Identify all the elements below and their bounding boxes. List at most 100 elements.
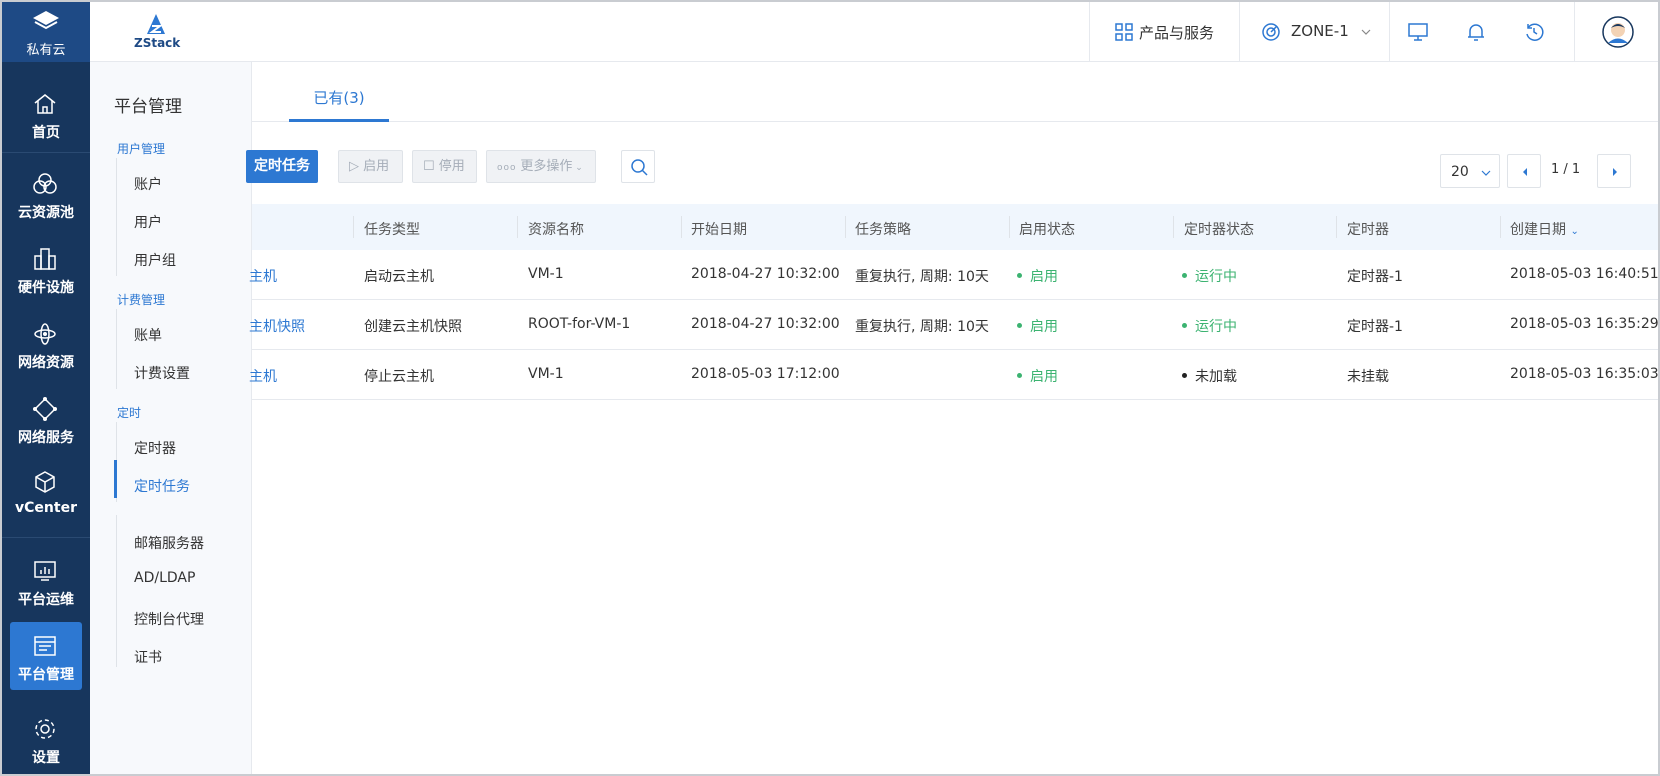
table-row[interactable]: 主机 启动云主机 VM-1 2018-04-27 10:32:00 重复执行, … xyxy=(249,250,1659,300)
cell-enable-state: 启用 xyxy=(1017,266,1058,286)
more-actions-button[interactable]: ooo 更多操作 ⌄ xyxy=(486,150,596,183)
nav-label: 网络服务 xyxy=(18,430,74,446)
history-button[interactable] xyxy=(1505,2,1563,62)
column-header-policy[interactable]: 任务策略 xyxy=(855,219,911,239)
page-size-value: 20 xyxy=(1451,164,1469,180)
submenu-item-scheduled-tasks[interactable]: 定时任务 xyxy=(134,476,190,496)
submenu-item-bills[interactable]: 账单 xyxy=(134,325,162,345)
submenu-item-certificates[interactable]: 证书 xyxy=(134,647,162,667)
nav-item-cloud-pool[interactable]: 云资源池 xyxy=(2,160,90,228)
nav-item-hardware[interactable]: 硬件设施 xyxy=(2,235,90,303)
disable-label: 停用 xyxy=(438,159,465,174)
notifications-button[interactable] xyxy=(1447,2,1505,62)
submenu-item-accounts[interactable]: 账户 xyxy=(134,174,162,194)
nav-item-platform-mgmt[interactable]: 平台管理 xyxy=(2,622,90,690)
cell-timer-state: 运行中 xyxy=(1182,316,1237,336)
page-size-select[interactable]: 20 xyxy=(1440,154,1500,188)
cell-task-name[interactable]: 主机 xyxy=(249,266,277,286)
avatar xyxy=(1602,16,1634,48)
column-header-timer[interactable]: 定时器 xyxy=(1347,219,1389,239)
submenu-group-billing: 计费管理 xyxy=(117,293,166,307)
logo-text: ZStack xyxy=(134,36,181,50)
table-row[interactable]: 主机 停止云主机 VM-1 2018-05-03 17:12:00 启用 未加载… xyxy=(249,350,1659,400)
nav-item-home[interactable]: 首页 xyxy=(2,80,90,148)
next-page-button[interactable] xyxy=(1597,154,1631,188)
tab-existing[interactable]: 已有(3) xyxy=(289,62,389,122)
status-text: 运行中 xyxy=(1195,269,1237,285)
user-avatar-button[interactable] xyxy=(1574,2,1658,62)
more-actions-label: 更多操作 xyxy=(520,159,573,174)
column-header-timer-state[interactable]: 定时器状态 xyxy=(1184,219,1254,239)
nav-divider xyxy=(2,152,90,153)
products-services-button[interactable]: 产品与服务 xyxy=(1089,2,1239,62)
column-header-resource[interactable]: 资源名称 xyxy=(528,219,584,239)
cell-task-name[interactable]: 主机 xyxy=(249,366,277,386)
column-header-task-type[interactable]: 任务类型 xyxy=(364,219,420,239)
play-icon: ▷ xyxy=(349,159,364,174)
submenu-title: 平台管理 xyxy=(114,97,182,117)
cell-policy: 重复执行, 周期: 10天 xyxy=(855,319,989,335)
table-row[interactable]: 主机快照 创建云主机快照 ROOT-for-VM-1 2018-04-27 10… xyxy=(249,300,1659,350)
grid-icon xyxy=(1115,23,1133,41)
cell-timer-state: 未加载 xyxy=(1182,366,1237,386)
nav-item-ops[interactable]: 平台运维 xyxy=(2,547,90,615)
search-icon xyxy=(631,159,648,176)
zstack-logo[interactable]: ZStack xyxy=(134,12,181,52)
cell-created: 2018-05-03 16:40:51 xyxy=(1510,266,1659,282)
nav-item-settings[interactable]: 设置 xyxy=(2,705,90,773)
nav-item-vcenter[interactable]: vCenter xyxy=(2,458,90,526)
cell-created: 2018-05-03 16:35:03 xyxy=(1510,366,1659,382)
submenu-group-line xyxy=(116,309,117,389)
nav-item-network-service[interactable]: 网络服务 xyxy=(2,385,90,453)
nav-label: 设置 xyxy=(32,750,60,766)
platform-submenu: 平台管理 用户管理 账户 用户 用户组 计费管理 账单 计费设置 定时 定时器 … xyxy=(90,62,252,774)
zone-radar-icon xyxy=(1262,23,1280,41)
nav-item-network-resource[interactable]: 网络资源 xyxy=(2,310,90,378)
submenu-item-console-proxy[interactable]: 控制台代理 xyxy=(134,609,204,629)
platform-mgmt-icon xyxy=(34,636,56,656)
enable-button[interactable]: ▷ 启用 xyxy=(338,150,403,183)
submenu-item-users[interactable]: 用户 xyxy=(134,212,162,232)
status-text: 运行中 xyxy=(1195,319,1237,335)
submenu-item-mail-server[interactable]: 邮箱服务器 xyxy=(134,533,204,553)
monitor-button[interactable] xyxy=(1389,2,1447,62)
cloud-pool-icon xyxy=(33,173,57,194)
column-separator xyxy=(1336,216,1337,238)
submenu-item-billing-settings[interactable]: 计费设置 xyxy=(134,363,190,383)
status-dot xyxy=(1182,322,1187,328)
layers-icon xyxy=(33,11,59,30)
submenu-active-indicator xyxy=(114,460,117,498)
cell-timer: 定时器-1 xyxy=(1347,269,1403,285)
column-header-enable-state[interactable]: 启用状态 xyxy=(1019,219,1075,239)
prev-page-button[interactable] xyxy=(1507,154,1541,188)
nav-label: 云资源池 xyxy=(18,205,74,221)
submenu-group-line xyxy=(116,515,117,667)
submenu-item-timers[interactable]: 定时器 xyxy=(134,438,176,458)
monitor-icon xyxy=(1408,23,1428,41)
cell-resource: ROOT-for-VM-1 xyxy=(528,316,631,332)
submenu-item-user-groups[interactable]: 用户组 xyxy=(134,250,176,270)
column-separator xyxy=(1173,216,1174,238)
tab-label: 已有(3) xyxy=(313,89,365,107)
column-header-start-date[interactable]: 开始日期 xyxy=(691,219,747,239)
status-dot xyxy=(1017,322,1022,328)
search-button[interactable] xyxy=(621,150,655,183)
bell-icon xyxy=(1468,24,1484,41)
nav-label: 平台运维 xyxy=(18,592,74,608)
zone-selector[interactable]: ZONE-1 xyxy=(1239,2,1389,62)
column-header-created[interactable]: 创建日期 ⌄ xyxy=(1510,219,1579,239)
disable-button[interactable]: ☐ 停用 xyxy=(412,150,477,183)
vcenter-icon xyxy=(35,471,55,493)
column-separator xyxy=(353,216,354,238)
submenu-group-line xyxy=(116,158,117,276)
product-switcher[interactable]: 私有云 xyxy=(2,2,90,62)
enable-label: 启用 xyxy=(363,159,390,174)
history-icon xyxy=(1526,23,1544,41)
cell-created: 2018-05-03 16:35:29 xyxy=(1510,316,1659,332)
cell-timer: 定时器-1 xyxy=(1347,319,1403,335)
submenu-item-ad-ldap[interactable]: AD/LDAP xyxy=(134,570,195,586)
cell-task-name[interactable]: 主机快照 xyxy=(249,316,305,336)
status-dot xyxy=(1182,372,1187,378)
cell-resource: VM-1 xyxy=(528,266,564,282)
create-scheduled-task-button[interactable]: 定时任务 xyxy=(246,150,318,183)
